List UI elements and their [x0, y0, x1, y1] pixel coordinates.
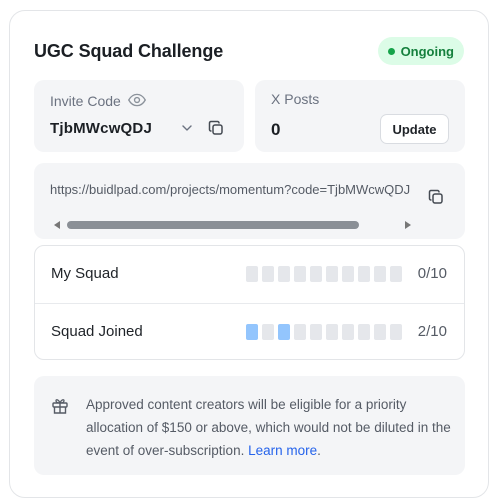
card-title: UGC Squad Challenge: [34, 41, 224, 61]
squad-count: 2/10: [417, 323, 447, 340]
squad-slot-empty: [246, 266, 258, 282]
squad-progress-table: My Squad 0/10 Squad Joined 2/10: [34, 245, 465, 360]
x-posts-value: 0: [271, 120, 281, 139]
squad-slots: [246, 266, 402, 282]
squad-slot-empty: [374, 266, 386, 282]
squad-count: 0/10: [417, 265, 447, 282]
scroll-left-arrow-icon[interactable]: [54, 221, 60, 229]
invite-code-label: Invite Code: [50, 93, 121, 109]
squad-slot-empty: [310, 324, 322, 340]
squad-slot-empty: [278, 266, 290, 282]
x-posts-panel: X Posts 0 Update: [255, 80, 465, 152]
squad-slot-empty: [262, 324, 274, 340]
info-note-text: Approved content creators will be eligib…: [86, 393, 456, 462]
squad-row-joined: Squad Joined 2/10: [35, 303, 464, 360]
referral-link-panel: https://buidlpad.com/projects/momentum?c…: [34, 163, 465, 239]
scrollbar-thumb[interactable]: [67, 221, 359, 229]
status-badge: Ongoing: [377, 37, 464, 65]
squad-slot-empty: [358, 324, 370, 340]
squad-slot-empty: [342, 266, 354, 282]
challenge-card: UGC Squad Challenge Ongoing Invite Code …: [9, 10, 489, 498]
copy-link-icon[interactable]: [428, 189, 444, 205]
learn-more-link[interactable]: Learn more: [248, 443, 317, 458]
invite-code-value: TjbMWcwQDJ: [50, 120, 152, 137]
referral-link-text[interactable]: https://buidlpad.com/projects/momentum?c…: [50, 182, 416, 197]
squad-slot-empty: [326, 266, 338, 282]
eye-icon[interactable]: [128, 93, 146, 107]
scroll-right-arrow-icon[interactable]: [405, 221, 411, 229]
horizontal-scrollbar[interactable]: [67, 221, 399, 229]
squad-slot-empty: [390, 324, 402, 340]
gift-icon: [52, 399, 68, 414]
squad-slot-empty: [358, 266, 370, 282]
status-badge-label: Ongoing: [400, 43, 454, 59]
card-header: UGC Squad Challenge Ongoing: [34, 37, 464, 68]
info-note-period: .: [317, 443, 321, 458]
squad-slot-empty: [390, 266, 402, 282]
squad-slot-filled: [246, 324, 258, 340]
update-button[interactable]: Update: [380, 114, 449, 144]
squad-slot-empty: [294, 266, 306, 282]
squad-slot-empty: [262, 266, 274, 282]
squad-slot-empty: [342, 324, 354, 340]
squad-row-label: My Squad: [51, 265, 119, 282]
squad-row-label: Squad Joined: [51, 323, 143, 340]
info-note: Approved content creators will be eligib…: [34, 376, 465, 475]
squad-slots: [246, 324, 402, 340]
squad-row-my-squad: My Squad 0/10: [35, 246, 464, 303]
squad-slot-empty: [310, 266, 322, 282]
squad-slot-empty: [374, 324, 386, 340]
x-posts-label: X Posts: [271, 91, 320, 107]
squad-slot-empty: [326, 324, 338, 340]
chevron-down-icon[interactable]: [181, 122, 193, 134]
squad-slot-empty: [294, 324, 306, 340]
status-dot-icon: [387, 47, 395, 55]
copy-icon[interactable]: [208, 120, 224, 136]
invite-code-panel: Invite Code TjbMWcwQDJ: [34, 80, 244, 152]
squad-slot-filled: [278, 324, 290, 340]
